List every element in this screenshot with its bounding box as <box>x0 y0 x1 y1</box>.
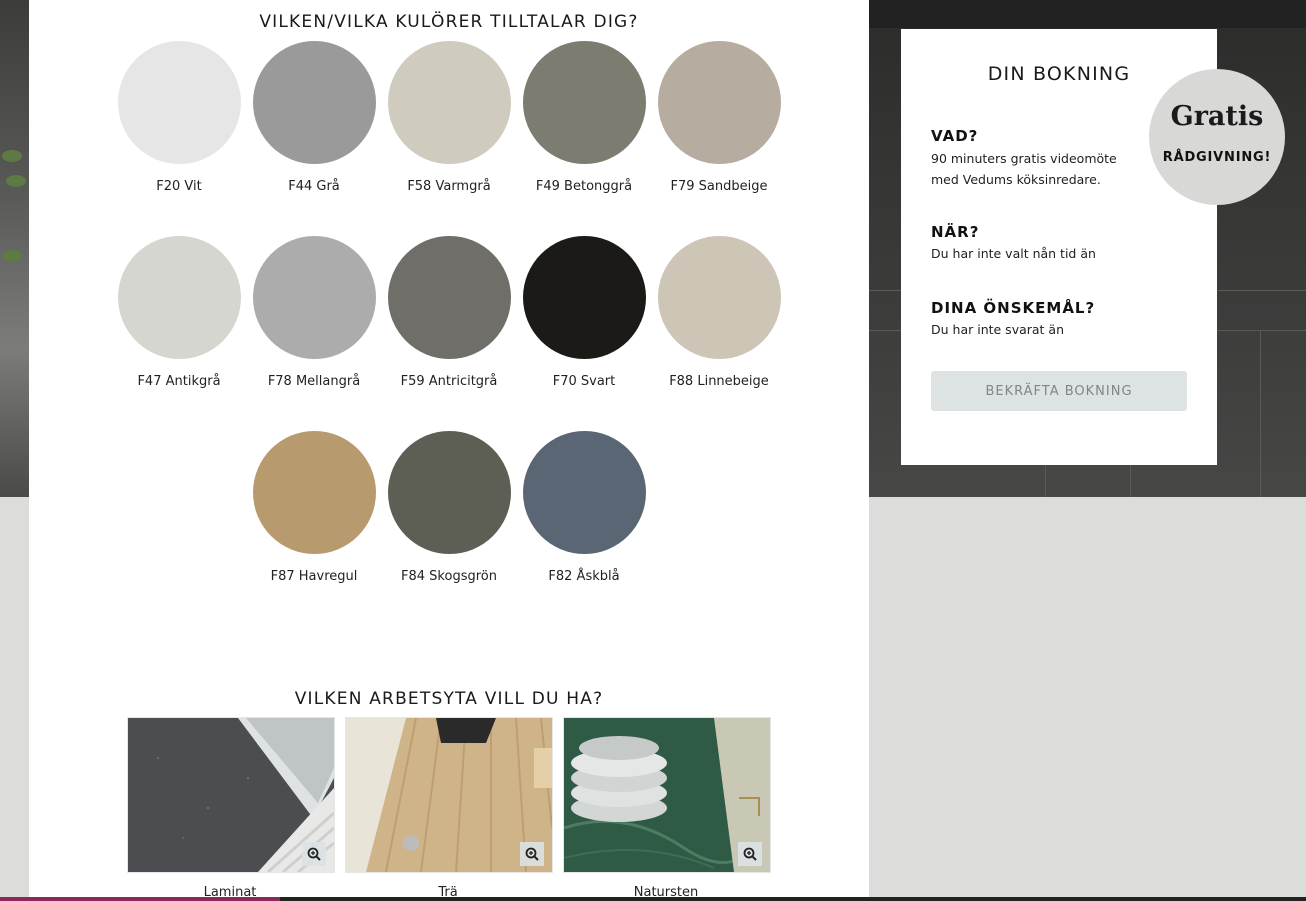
hero-left-edge <box>0 0 29 497</box>
swatch-f20-vit[interactable] <box>118 41 241 164</box>
badge-title: Gratis <box>1170 101 1264 132</box>
what-value: 90 minuters gratis videomöte med Vedums … <box>931 151 1117 187</box>
swatch-f47-antikgra[interactable] <box>118 236 241 359</box>
bottom-edge-accent <box>0 897 280 901</box>
swatch-f59-antricitgra[interactable] <box>388 236 511 359</box>
swatch-f82-askbla[interactable] <box>523 431 646 554</box>
questionnaire-card: VILKEN/VILKA KULÖRER TILLTALAR DIG? F20 … <box>29 0 869 901</box>
plant-leaf <box>6 175 26 187</box>
badge-subtitle: RÅDGIVNING! <box>1162 150 1272 165</box>
swatch-label: F88 Linnebeige <box>669 374 769 389</box>
swatch-label: F82 Åskblå <box>548 569 620 584</box>
surface-option-tra[interactable] <box>345 717 553 873</box>
plant-leaf <box>2 250 22 262</box>
plant-leaf <box>2 150 22 162</box>
colors-section-title: VILKEN/VILKA KULÖRER TILLTALAR DIG? <box>259 12 639 32</box>
confirm-booking-button[interactable]: BEKRÄFTA BOKNING <box>931 371 1187 411</box>
when-label: NÄR? <box>931 223 980 241</box>
kitchen-panel-divider <box>1045 465 1046 497</box>
swatch-f88-linnebeige[interactable] <box>658 236 781 359</box>
swatch-f70-svart[interactable] <box>523 236 646 359</box>
zoom-in-icon[interactable] <box>520 842 544 866</box>
swatch-f79-sandbeige[interactable] <box>658 41 781 164</box>
swatch-f78-mellangra[interactable] <box>253 236 376 359</box>
free-consultation-badge: Gratis RÅDGIVNING! <box>1149 69 1285 205</box>
hero-top-strip <box>869 0 1306 28</box>
swatch-f84-skogsgron[interactable] <box>388 431 511 554</box>
zoom-in-icon[interactable] <box>738 842 762 866</box>
wishes-value: Du har inte svarat än <box>931 322 1065 337</box>
what-label: VAD? <box>931 127 979 145</box>
surface-option-laminat[interactable] <box>127 717 335 873</box>
swatch-label: F79 Sandbeige <box>670 179 768 194</box>
kitchen-panel-divider <box>1130 465 1131 497</box>
when-value: Du har inte valt nån tid än <box>931 246 1096 261</box>
swatch-f44-gra[interactable] <box>253 41 376 164</box>
wishes-label: DINA ÖNSKEMÅL? <box>931 299 1096 317</box>
surface-section-title: VILKEN ARBETSYTA VILL DU HA? <box>294 689 604 709</box>
kitchen-panel-divider <box>1260 330 1261 497</box>
swatch-f87-havregul[interactable] <box>253 431 376 554</box>
zoom-in-icon[interactable] <box>302 842 326 866</box>
surface-option-natursten[interactable] <box>563 717 771 873</box>
bottom-edge-bar <box>0 897 1306 901</box>
swatch-f49-betonggra[interactable] <box>523 41 646 164</box>
booking-title: DIN BOKNING <box>987 63 1131 85</box>
swatch-f58-varmgra[interactable] <box>388 41 511 164</box>
